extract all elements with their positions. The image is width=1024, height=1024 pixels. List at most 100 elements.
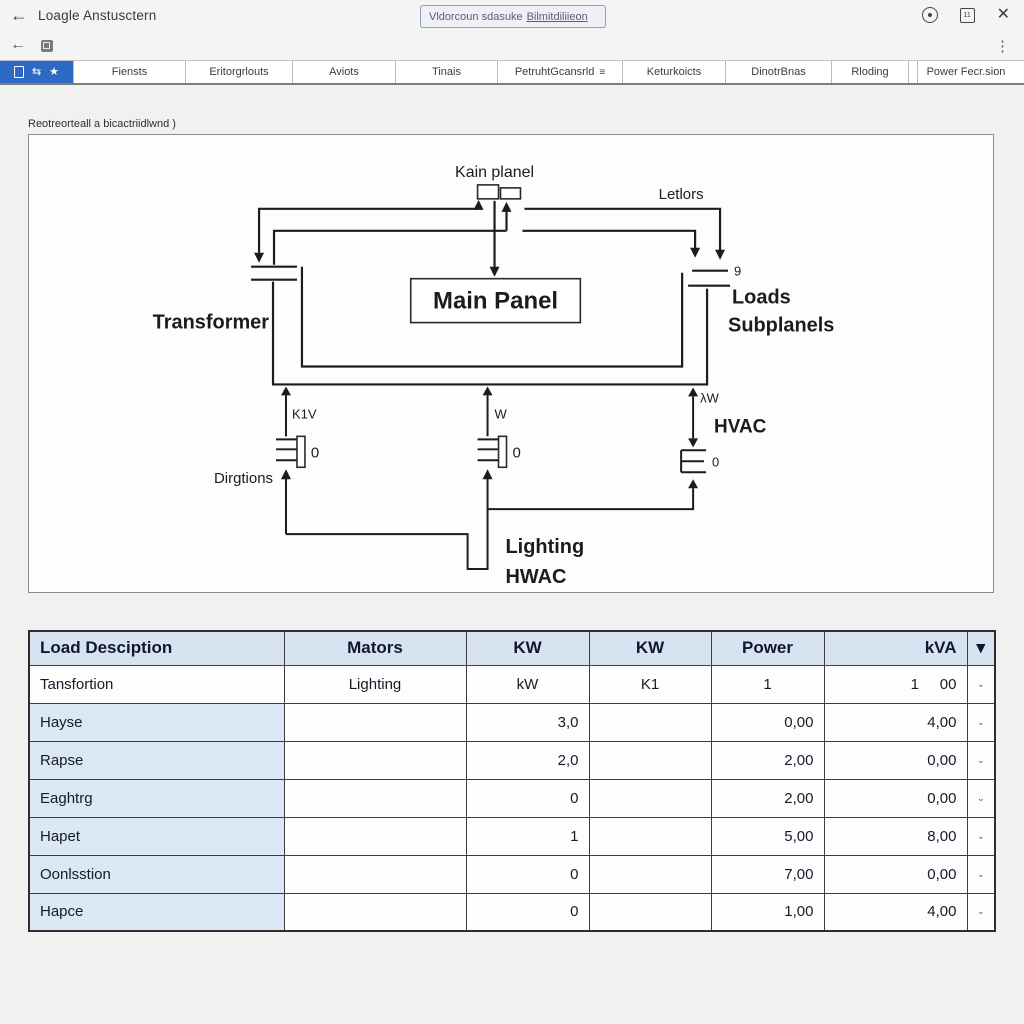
cell-motors[interactable] bbox=[284, 779, 466, 817]
tab-label: PetruhtGcansrld bbox=[515, 66, 594, 78]
cell-power[interactable]: 7,00 bbox=[711, 855, 824, 893]
row-dropdown-icon[interactable]: ⌄ bbox=[967, 665, 995, 703]
cell-kw1[interactable]: kW bbox=[466, 665, 589, 703]
app-title: Loagle Anstusctern bbox=[38, 8, 156, 23]
active-tool-chip[interactable]: ⇆ ★ bbox=[0, 61, 73, 83]
cell-kw2[interactable] bbox=[589, 855, 711, 893]
tab-label: Aviots bbox=[329, 66, 359, 78]
tab-label: Keturkoicts bbox=[647, 66, 701, 78]
cell-power[interactable]: 1,00 bbox=[711, 893, 824, 931]
nav-back-arrow-icon[interactable]: ← bbox=[10, 36, 26, 54]
feeder-line bbox=[522, 231, 695, 249]
tab-dinotrbnas[interactable]: DinotrBnas bbox=[725, 61, 831, 83]
cell-kw2[interactable] bbox=[589, 779, 711, 817]
tab-keturkoicts[interactable]: Keturkoicts bbox=[622, 61, 725, 83]
search-input[interactable]: Vldorcoun sdasuke Bilmitdiliieon bbox=[420, 5, 606, 28]
select-rect-icon bbox=[14, 66, 24, 78]
cell-label[interactable]: Hayse bbox=[29, 703, 284, 741]
close-icon[interactable]: ✕ bbox=[997, 7, 1010, 23]
cell-label[interactable]: Hapet bbox=[29, 817, 284, 855]
search-text: Vldorcoun sdasuke bbox=[429, 11, 523, 23]
cell-label[interactable]: Oonlsstion bbox=[29, 855, 284, 893]
cell-kw2[interactable]: K1 bbox=[589, 665, 711, 703]
tab-tinais[interactable]: Tinais bbox=[395, 61, 497, 83]
cell-label[interactable]: Hapce bbox=[29, 893, 284, 931]
tab-fiensts[interactable]: Fiensts bbox=[73, 61, 185, 83]
cell-label[interactable]: Rapse bbox=[29, 741, 284, 779]
tab-label: Rloding bbox=[851, 66, 888, 78]
cell-kva[interactable]: 0,00 bbox=[824, 779, 967, 817]
k1v-label: K1V bbox=[292, 406, 317, 421]
cell-power[interactable]: 1 bbox=[711, 665, 824, 703]
row-dropdown-icon[interactable]: ⌄ bbox=[967, 741, 995, 779]
main-panel-top-label: Kain planel bbox=[455, 164, 534, 181]
cell-power[interactable]: 0,00 bbox=[711, 703, 824, 741]
row-dropdown-icon[interactable]: ⌄ bbox=[967, 779, 995, 817]
cell-motors[interactable] bbox=[284, 817, 466, 855]
tab-label: Fiensts bbox=[112, 66, 147, 78]
col-load-description[interactable]: Load Desciption bbox=[29, 631, 284, 665]
cell-motors[interactable] bbox=[284, 855, 466, 893]
cell-kw2[interactable] bbox=[589, 703, 711, 741]
tab-petruhtgcansrld[interactable]: PetruhtGcansrld ≡ bbox=[497, 61, 622, 83]
loads-label: Loads bbox=[732, 287, 791, 309]
table-row: Eaghtrg 0 2,00 0,00 ⌄ bbox=[29, 779, 995, 817]
cell-power[interactable]: 5,00 bbox=[711, 817, 824, 855]
tab-aviots[interactable]: Aviots bbox=[292, 61, 395, 83]
col-dropdown[interactable]: ▾ bbox=[967, 631, 995, 665]
cell-kva[interactable]: 1 00 bbox=[824, 665, 967, 703]
cell-motors[interactable] bbox=[284, 893, 466, 931]
motor-symbol bbox=[478, 439, 499, 460]
kebab-menu-icon[interactable]: ⋮ bbox=[995, 37, 1010, 55]
cell-kw1[interactable]: 2,0 bbox=[466, 741, 589, 779]
cell-kw1[interactable]: 1 bbox=[466, 817, 589, 855]
col-motors[interactable]: Mators bbox=[284, 631, 466, 665]
copy-page-icon[interactable] bbox=[41, 40, 53, 52]
col-power[interactable]: Power bbox=[711, 631, 824, 665]
cell-kva[interactable]: 4,00 bbox=[824, 703, 967, 741]
motor-symbol bbox=[297, 436, 305, 467]
cell-kva[interactable]: 4,00 bbox=[824, 893, 967, 931]
col-kw-1[interactable]: KW bbox=[466, 631, 589, 665]
row-dropdown-icon[interactable]: ⌄ bbox=[967, 855, 995, 893]
tab-rloding[interactable]: Rloding bbox=[831, 61, 908, 83]
row-dropdown-icon[interactable]: ⌄ bbox=[967, 817, 995, 855]
row-dropdown-icon[interactable]: ⌄ bbox=[967, 893, 995, 931]
cell-kw1[interactable]: 0 bbox=[466, 779, 589, 817]
cell-kw2[interactable] bbox=[589, 817, 711, 855]
cell-kw1[interactable]: 3,0 bbox=[466, 703, 589, 741]
branch-line bbox=[488, 488, 694, 509]
table-header-row: Load Desciption Mators KW KW Power kVA ▾ bbox=[29, 631, 995, 665]
cell-kw2[interactable] bbox=[589, 741, 711, 779]
cell-motors[interactable]: Lighting bbox=[284, 665, 466, 703]
toolbar-tabstrip: ⇆ ★ Fiensts Eritorgrlouts Aviots Tinais … bbox=[0, 60, 1024, 85]
cell-motors[interactable] bbox=[284, 741, 466, 779]
cell-kw1[interactable]: 0 bbox=[466, 893, 589, 931]
table-row: Hapce 0 1,00 4,00 ⌄ bbox=[29, 893, 995, 931]
tab-eritorgrlouts[interactable]: Eritorgrlouts bbox=[185, 61, 292, 83]
back-arrow-icon[interactable]: ← bbox=[10, 5, 28, 26]
cell-power[interactable]: 2,00 bbox=[711, 779, 824, 817]
cell-kw1[interactable]: 0 bbox=[466, 855, 589, 893]
sync-icon[interactable] bbox=[922, 7, 938, 23]
cell-power[interactable]: 2,00 bbox=[711, 741, 824, 779]
main-breaker-symbol bbox=[478, 185, 499, 199]
restore-window-icon[interactable]: 11 bbox=[960, 8, 975, 23]
col-kw-2[interactable]: KW bbox=[589, 631, 711, 665]
diagram-caption: Reotreorteall a bicactriidlwnd ) bbox=[28, 118, 176, 130]
cell-kva[interactable]: 8,00 bbox=[824, 817, 967, 855]
title-bar: ← Loagle Anstusctern Vldorcoun sdasuke B… bbox=[0, 0, 1024, 32]
single-line-diagram: Kain planel Main Panel Transformer Letlo… bbox=[28, 134, 994, 593]
hvac-symbol bbox=[681, 450, 706, 472]
cell-kw2[interactable] bbox=[589, 893, 711, 931]
table-row: Tansfortion Lighting kW K1 1 1 00 ⌄ bbox=[29, 665, 995, 703]
col-kva[interactable]: kVA bbox=[824, 631, 967, 665]
row-dropdown-icon[interactable]: ⌄ bbox=[967, 703, 995, 741]
tab-power-fecrsion[interactable]: Power Fecr.sion bbox=[917, 61, 1014, 83]
cell-motors[interactable] bbox=[284, 703, 466, 741]
cell-kva[interactable]: 0,00 bbox=[824, 741, 967, 779]
cell-label[interactable]: Tansfortion bbox=[29, 665, 284, 703]
star-icon: ★ bbox=[49, 67, 59, 78]
cell-kva[interactable]: 0,00 bbox=[824, 855, 967, 893]
cell-label[interactable]: Eaghtrg bbox=[29, 779, 284, 817]
